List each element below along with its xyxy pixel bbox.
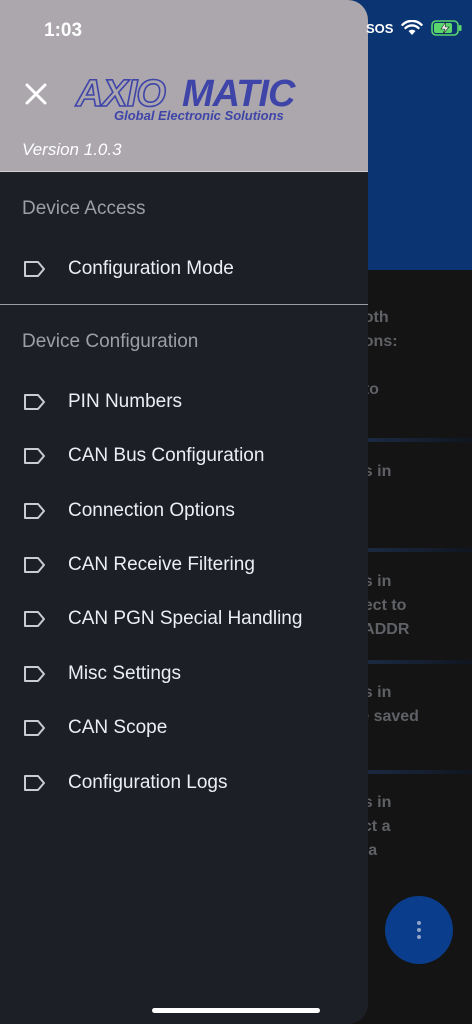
label-tag-icon xyxy=(24,394,45,410)
section-divider xyxy=(0,304,368,305)
nav-item-misc-settings[interactable]: Misc Settings xyxy=(0,649,368,699)
section-title-device-configuration: Device Configuration xyxy=(22,331,199,352)
nav-item-can-bus-configuration[interactable]: CAN Bus Configuration xyxy=(0,431,368,481)
nav-item-label: PIN Numbers xyxy=(68,391,183,412)
label-tag-icon xyxy=(24,611,45,627)
nav-item-pin-numbers[interactable]: PIN Numbers xyxy=(0,377,368,427)
status-time: 1:03 xyxy=(44,20,83,41)
nav-item-can-pgn-special-handling[interactable]: CAN PGN Special Handling xyxy=(0,594,368,644)
nav-item-can-scope[interactable]: CAN Scope xyxy=(0,703,368,753)
more-options-fab[interactable] xyxy=(385,896,453,964)
nav-item-configuration-mode[interactable]: Configuration Mode xyxy=(0,244,368,294)
battery-charging-icon xyxy=(431,20,462,36)
label-tag-icon xyxy=(24,261,45,277)
background-card-separator xyxy=(356,770,472,774)
section-title-device-access: Device Access xyxy=(22,198,146,219)
label-tag-icon xyxy=(24,666,45,682)
home-indicator[interactable] xyxy=(152,1008,320,1013)
wifi-icon xyxy=(401,20,424,35)
more-vert-icon xyxy=(417,921,421,939)
close-icon[interactable] xyxy=(22,80,50,108)
nav-item-label: Misc Settings xyxy=(68,663,181,684)
sos-indicator: SOS xyxy=(366,20,394,36)
svg-text:Global Electronic Solutions: Global Electronic Solutions xyxy=(114,108,284,123)
nav-item-connection-options[interactable]: Connection Options xyxy=(0,486,368,536)
nav-item-label: CAN Scope xyxy=(68,717,168,738)
nav-item-configuration-logs[interactable]: Configuration Logs xyxy=(0,758,368,808)
status-icons: SOS xyxy=(366,20,463,36)
nav-item-label: Configuration Logs xyxy=(68,772,228,793)
axiomatic-logo: AXIO MATIC Global Electronic Solutions xyxy=(74,72,297,123)
navigation-drawer: AXIO MATIC Global Electronic Solutions V… xyxy=(0,0,368,1024)
label-tag-icon xyxy=(24,720,45,736)
label-tag-icon xyxy=(24,775,45,791)
label-tag-icon xyxy=(24,557,45,573)
nav-item-label: Connection Options xyxy=(68,500,235,521)
nav-item-label: CAN Receive Filtering xyxy=(68,554,255,575)
nav-item-label: Configuration Mode xyxy=(68,258,234,279)
nav-item-can-receive-filtering[interactable]: CAN Receive Filtering xyxy=(0,540,368,590)
background-card-separator xyxy=(356,660,472,664)
background-card-separator xyxy=(356,548,472,552)
background-card-separator xyxy=(356,438,472,442)
label-tag-icon xyxy=(24,503,45,519)
label-tag-icon xyxy=(24,448,45,464)
nav-item-label: CAN Bus Configuration xyxy=(68,445,265,466)
app-version: Version 1.0.3 xyxy=(22,140,122,159)
nav-item-label: CAN PGN Special Handling xyxy=(68,608,303,629)
